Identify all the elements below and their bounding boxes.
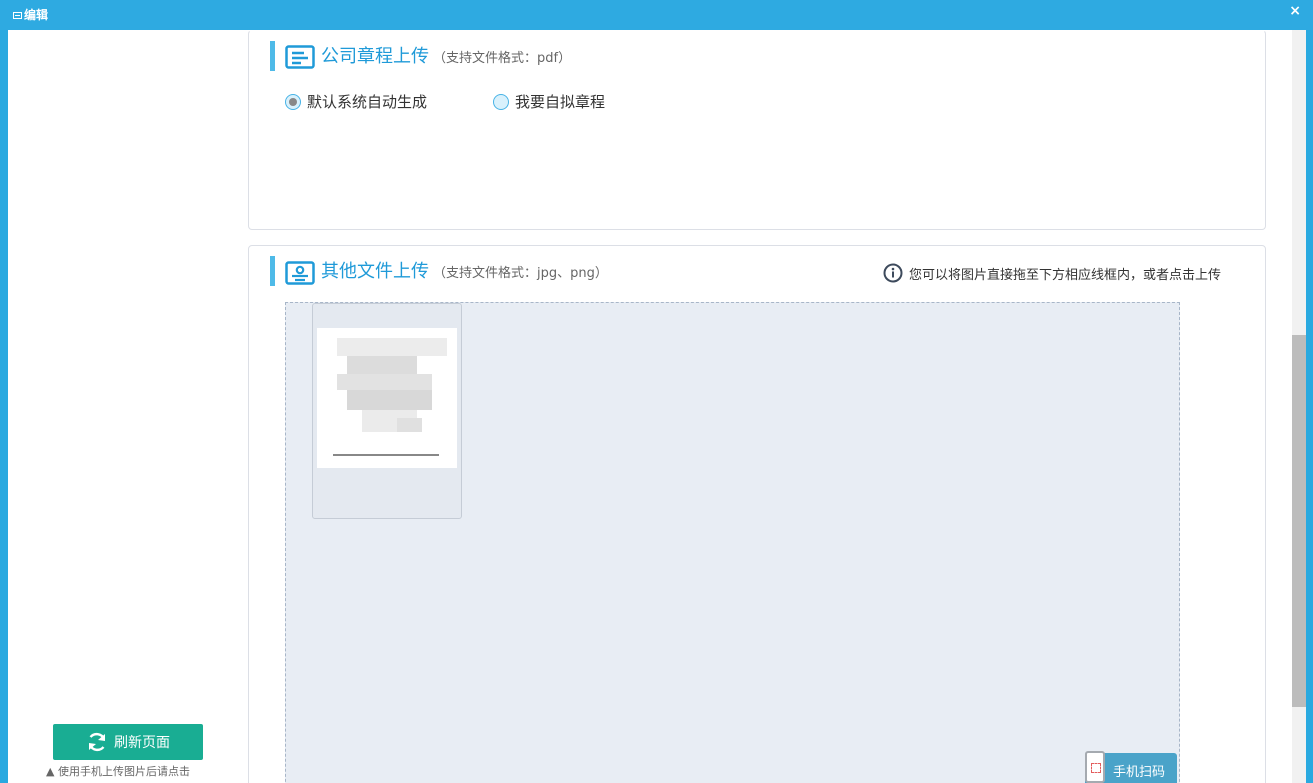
- radio-auto-generate[interactable]: 默认系统自动生成: [285, 91, 427, 112]
- close-icon[interactable]: ×: [1289, 3, 1301, 19]
- id-card-icon: [285, 261, 315, 285]
- window-title: 编辑: [24, 8, 49, 22]
- refresh-note: ▲ 使用手机上传图片后请点击: [46, 765, 190, 778]
- mobile-scan-label: 手机扫码: [1113, 765, 1166, 780]
- section-accent-bar: [270, 256, 275, 286]
- other-files-title-text: 其他文件上传: [321, 261, 429, 282]
- radio-label-auto-generate: 默认系统自动生成: [307, 93, 428, 111]
- radio-button-checked[interactable]: [285, 93, 301, 110]
- window-icon: [13, 12, 22, 19]
- refresh-icon: [88, 732, 106, 752]
- info-icon: [883, 263, 903, 283]
- file-drop-zone[interactable]: [285, 302, 1180, 783]
- radio-custom-charter[interactable]: 我要自拟章程: [493, 91, 605, 112]
- upload-tip: 您可以将图片直接拖至下方相应线框内，或者点击上传: [883, 263, 1221, 283]
- radio-label-custom-charter: 我要自拟章程: [515, 93, 606, 111]
- charter-upload-panel: 公司章程上传 （支持文件格式：pdf） 默认系统自动生成 我要自拟章程: [248, 30, 1266, 230]
- scrollbar-thumb[interactable]: [1292, 335, 1306, 707]
- uploaded-image-thumbnail[interactable]: [312, 303, 462, 519]
- document-icon: [285, 45, 315, 69]
- other-files-section-title: 其他文件上传 （支持文件格式：jpg、png）: [321, 261, 608, 285]
- other-files-upload-panel: 其他文件上传 （支持文件格式：jpg、png） 您可以将图片直接拖至下方相应线框内…: [248, 245, 1266, 783]
- dialog-content: 公司章程上传 （支持文件格式：pdf） 默认系统自动生成 我要自拟章程 其他文件上…: [8, 30, 1306, 783]
- charter-title-text: 公司章程上传: [321, 46, 429, 67]
- radio-button-unchecked[interactable]: [493, 93, 509, 110]
- other-files-format-hint: （支持文件格式：jpg、png）: [433, 266, 608, 281]
- left-edge-strip: [0, 30, 8, 783]
- vertical-scrollbar[interactable]: [1292, 30, 1306, 783]
- uploaded-image-preview: [317, 328, 457, 468]
- charter-format-hint: （支持文件格式：pdf）: [433, 51, 572, 66]
- refresh-page-button[interactable]: 刷新页面: [53, 724, 203, 760]
- refresh-button-label: 刷新页面: [114, 735, 170, 751]
- mobile-scan-button[interactable]: 手机扫码: [1085, 751, 1177, 783]
- upload-tip-text: 您可以将图片直接拖至下方相应线框内，或者点击上传: [908, 267, 1221, 283]
- window-titlebar: 编辑 ×: [0, 0, 1313, 30]
- charter-section-title: 公司章程上传 （支持文件格式：pdf）: [321, 46, 571, 70]
- phone-qr-icon: [1085, 751, 1105, 783]
- section-accent-bar: [270, 41, 275, 71]
